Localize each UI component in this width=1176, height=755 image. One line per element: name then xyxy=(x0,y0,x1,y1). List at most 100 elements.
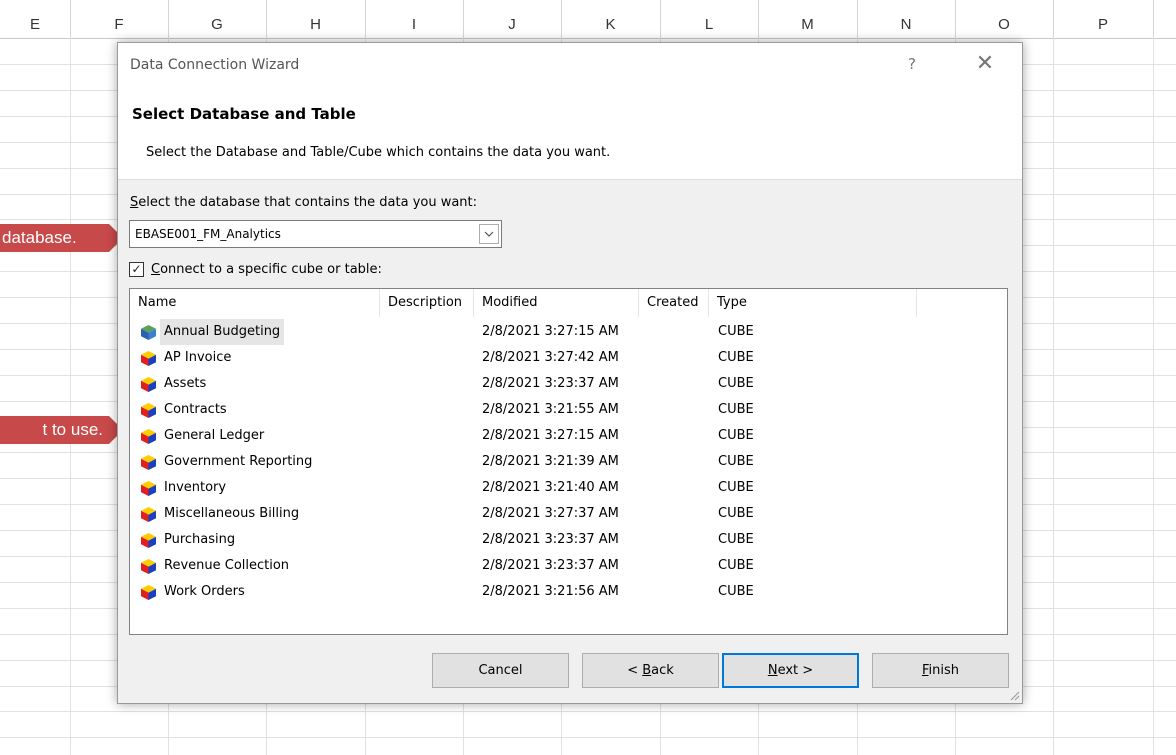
column-header-e[interactable]: E xyxy=(0,0,71,38)
list-item-type: CUBE xyxy=(718,428,754,443)
column-header-k[interactable]: K xyxy=(561,0,661,38)
list-item[interactable]: Work Orders 2/8/2021 3:21:56 AM CUBE xyxy=(130,579,1007,605)
list-item-type: CUBE xyxy=(718,350,754,365)
cube-icon xyxy=(141,455,156,470)
list-item-name: Work Orders xyxy=(164,584,245,599)
column-header-i[interactable]: I xyxy=(365,0,464,38)
list-item-modified: 2/8/2021 3:21:55 AM xyxy=(482,402,619,417)
list-item-modified: 2/8/2021 3:23:37 AM xyxy=(482,558,619,573)
list-item[interactable]: Government Reporting 2/8/2021 3:21:39 AM C… xyxy=(130,449,1007,475)
cube-icon xyxy=(141,585,156,600)
list-item[interactable]: Purchasing 2/8/2021 3:23:37 AM CUBE xyxy=(130,527,1007,553)
list-item-name: Government Reporting xyxy=(164,454,313,469)
column-header-bar: E F G H I J K L M N O P xyxy=(0,0,1176,39)
column-header-g[interactable]: G xyxy=(168,0,267,38)
list-item-type: CUBE xyxy=(718,454,754,469)
dialog-title: Data Connection Wizard xyxy=(130,57,300,73)
resize-grip-icon[interactable] xyxy=(1008,689,1020,701)
next-button[interactable]: Next > xyxy=(722,653,859,688)
cube-icon xyxy=(141,325,156,340)
list-item-type: CUBE xyxy=(718,376,754,391)
cube-icon xyxy=(141,377,156,392)
help-button[interactable]: ? xyxy=(900,55,924,73)
dialog-title-bar: Data Connection Wizard ? ✕ xyxy=(118,43,1022,89)
checkbox-label-text: onnect to a specific cube or table: xyxy=(160,262,382,277)
next-button-accesskey: N xyxy=(767,663,778,678)
finish-button-text: inish xyxy=(928,663,960,678)
list-item-modified: 2/8/2021 3:21:40 AM xyxy=(482,480,619,495)
list-item-modified: 2/8/2021 3:21:56 AM xyxy=(482,584,619,599)
checkbox-label-accesskey: C xyxy=(151,262,161,277)
back-button-accesskey: B xyxy=(642,663,652,678)
cube-icon xyxy=(141,481,156,496)
list-header-modified[interactable]: Modified xyxy=(474,289,639,317)
list-header-type[interactable]: Type xyxy=(709,289,917,317)
column-header-m[interactable]: M xyxy=(758,0,858,38)
database-label: Select the database that contains the da… xyxy=(130,195,477,210)
grid-column-line xyxy=(1153,38,1154,755)
list-item-name: Assets xyxy=(164,376,207,391)
cube-icon xyxy=(141,559,156,574)
column-header-j[interactable]: J xyxy=(463,0,562,38)
list-item[interactable]: Annual Budgeting 2/8/2021 3:27:15 AM CUBE xyxy=(130,319,1007,345)
column-header-p[interactable]: P xyxy=(1053,0,1154,38)
cube-icon xyxy=(141,429,156,444)
back-button-text: ack xyxy=(651,663,674,678)
list-item-type: CUBE xyxy=(718,506,754,521)
cube-table-list[interactable]: Name Description Modified Created Type A… xyxy=(129,288,1008,635)
cube-icon xyxy=(141,351,156,366)
list-item-name: Inventory xyxy=(164,480,227,495)
list-item-type: CUBE xyxy=(718,532,754,547)
list-item-name: Revenue Collection xyxy=(164,558,290,573)
finish-button[interactable]: Finish xyxy=(872,653,1009,688)
table-callout: t to use. xyxy=(0,416,123,444)
list-item-type: CUBE xyxy=(718,584,754,599)
checkbox[interactable]: ✓ xyxy=(129,262,144,277)
grid-row-line xyxy=(0,711,1176,712)
list-item-type: CUBE xyxy=(718,480,754,495)
list-header-description[interactable]: Description xyxy=(380,289,474,317)
column-header-l[interactable]: L xyxy=(660,0,759,38)
list-header-created[interactable]: Created xyxy=(639,289,709,317)
list-item[interactable]: Revenue Collection 2/8/2021 3:23:37 AM CUB… xyxy=(130,553,1007,579)
list-item[interactable]: General Ledger 2/8/2021 3:27:15 AM CUBE xyxy=(130,423,1007,449)
grid-column-line xyxy=(1053,38,1054,755)
close-icon[interactable]: ✕ xyxy=(970,51,1000,76)
column-header-n[interactable]: N xyxy=(857,0,956,38)
list-item-type: CUBE xyxy=(718,402,754,417)
database-callout-text: database. xyxy=(2,228,77,247)
list-item-type: CUBE xyxy=(718,558,754,573)
list-item[interactable]: Miscellaneous Billing 2/8/2021 3:27:37 AM… xyxy=(130,501,1007,527)
list-item-name: Annual Budgeting xyxy=(160,319,285,345)
database-select[interactable]: EBASE001_FM_Analytics xyxy=(129,220,502,248)
wizard-heading: Select Database and Table xyxy=(132,105,356,123)
list-item-name: Miscellaneous Billing xyxy=(164,506,300,521)
list-item-modified: 2/8/2021 3:23:37 AM xyxy=(482,532,619,547)
grid-row-line xyxy=(0,737,1176,738)
list-item-name: Purchasing xyxy=(164,532,236,547)
column-header-f[interactable]: F xyxy=(70,0,169,38)
wizard-subheading: Select the Database and Table/Cube which… xyxy=(146,145,611,160)
chevron-down-icon[interactable] xyxy=(479,224,499,244)
cancel-button[interactable]: Cancel xyxy=(432,653,569,688)
list-item-modified: 2/8/2021 3:27:15 AM xyxy=(482,428,619,443)
list-item[interactable]: Inventory 2/8/2021 3:21:40 AM CUBE xyxy=(130,475,1007,501)
checkbox-label: Connect to a specific cube or table: xyxy=(151,262,382,277)
list-item[interactable]: Assets 2/8/2021 3:23:37 AM CUBE xyxy=(130,371,1007,397)
back-button[interactable]: < Back xyxy=(582,653,719,688)
database-select-value: EBASE001_FM_Analytics xyxy=(135,227,281,241)
list-item-name: General Ledger xyxy=(164,428,265,443)
list-item[interactable]: Contracts 2/8/2021 3:21:55 AM CUBE xyxy=(130,397,1007,423)
list-item-type: CUBE xyxy=(718,324,754,339)
cube-icon xyxy=(141,533,156,548)
list-item[interactable]: AP Invoice 2/8/2021 3:27:42 AM CUBE xyxy=(130,345,1007,371)
list-header-name[interactable]: Name xyxy=(130,289,380,317)
wizard-header: Select Database and Table Select the Dat… xyxy=(118,89,1022,180)
table-callout-text: t to use. xyxy=(42,420,103,439)
database-callout: database. xyxy=(0,224,123,252)
column-header-h[interactable]: H xyxy=(266,0,366,38)
list-item-modified: 2/8/2021 3:23:37 AM xyxy=(482,376,619,391)
cube-icon xyxy=(141,403,156,418)
database-label-text: elect the database that contains the dat… xyxy=(138,195,478,210)
column-header-o[interactable]: O xyxy=(955,0,1054,38)
